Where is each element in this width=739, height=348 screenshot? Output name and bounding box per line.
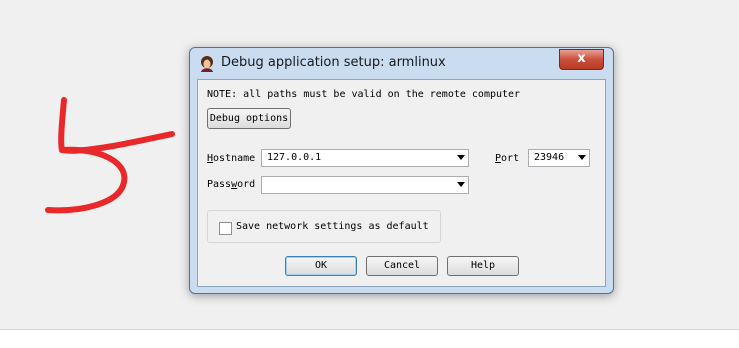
debug-options-button[interactable]: Debug options <box>207 108 291 129</box>
close-button[interactable]: x <box>559 49 604 70</box>
close-icon: x <box>577 51 586 66</box>
save-settings-label[interactable]: Save network settings as default <box>236 221 429 232</box>
port-label: Port <box>495 153 520 164</box>
dialog-titlebar[interactable]: Debug application setup: armlinux x <box>190 48 613 78</box>
cancel-button[interactable]: Cancel <box>366 256 438 276</box>
hostname-combobox[interactable]: 127.0.0.1 <box>261 149 469 167</box>
note-text: NOTE: all paths must be valid on the rem… <box>207 89 521 100</box>
hostname-value: 127.0.0.1 <box>267 152 322 163</box>
port-value: 23946 <box>534 152 565 163</box>
dialog-title: Debug application setup: armlinux <box>221 55 446 70</box>
save-settings-checkbox[interactable] <box>219 222 232 235</box>
ok-button[interactable]: OK <box>285 256 357 276</box>
handwritten-annotation <box>45 97 175 214</box>
help-button[interactable]: Help <box>447 256 519 276</box>
chevron-down-icon[interactable] <box>578 155 586 160</box>
app-icon <box>201 56 213 72</box>
page-bottom-strip <box>0 329 739 348</box>
dialog-client-area: NOTE: all paths must be valid on the rem… <box>197 79 606 287</box>
save-settings-group: Save network settings as default <box>207 210 441 243</box>
password-label: Password <box>207 179 256 190</box>
chevron-down-icon[interactable] <box>457 155 465 160</box>
hostname-label: Hostname <box>207 153 256 164</box>
port-combobox[interactable]: 23946 <box>528 149 590 167</box>
chevron-down-icon[interactable] <box>457 182 465 187</box>
debug-setup-dialog: Debug application setup: armlinux x NOTE… <box>189 47 614 294</box>
password-combobox[interactable] <box>261 176 469 194</box>
